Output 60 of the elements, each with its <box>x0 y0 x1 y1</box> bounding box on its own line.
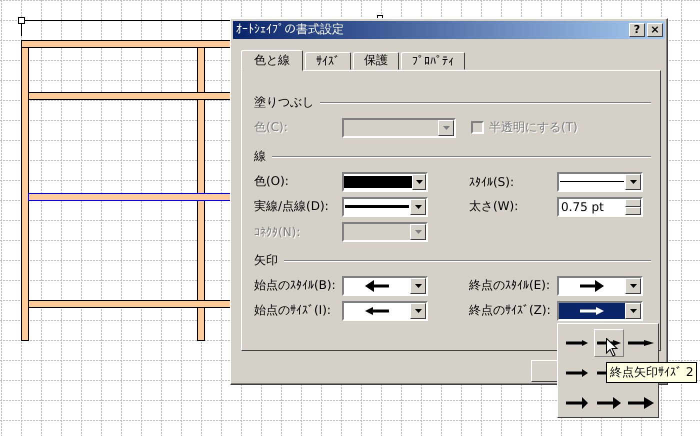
help-button[interactable]: ? <box>629 22 645 37</box>
field-label: 実線/点線(D): <box>254 198 330 216</box>
section-heading: 線 <box>254 148 266 166</box>
right-arrow-icon <box>579 278 605 293</box>
field-label: 始点のｻｲｽﾞ(I): <box>254 302 332 320</box>
field-label: 色(O): <box>254 173 290 190</box>
caret-icon <box>630 180 636 184</box>
dropdown[interactable] <box>342 196 428 217</box>
checkbox-label: 半透明にする(T) <box>489 119 578 136</box>
dropdown-button[interactable] <box>410 278 426 294</box>
field-label: 色(C): <box>254 119 289 136</box>
dropdown[interactable] <box>557 172 643 192</box>
close-button[interactable]: × <box>647 22 663 37</box>
dropdown[interactable] <box>342 300 428 321</box>
caret-icon <box>414 308 422 313</box>
dropdown-button[interactable] <box>625 302 641 319</box>
spin-field[interactable]: 0.75 pt <box>557 196 643 217</box>
right-arrow-icon <box>565 368 589 378</box>
field-label: 終点のｻｲｽﾞ(Z): <box>469 302 552 320</box>
field-label: ｺﾈｸﾀ(N): <box>254 224 302 239</box>
tooltip: 終点矢印ｻｲｽﾞ 2 <box>606 362 698 383</box>
cursor-icon <box>606 338 618 357</box>
caret-icon <box>416 180 422 184</box>
dropdown-button[interactable] <box>410 302 426 319</box>
caret-icon <box>414 284 422 288</box>
dropdown-button[interactable] <box>625 278 641 294</box>
caret-icon <box>630 284 636 288</box>
line-sample-icon <box>560 180 624 184</box>
field-label: ｽﾀｲﾙ(S): <box>469 174 516 189</box>
right-arrow-icon <box>565 339 589 347</box>
line-sample-icon <box>345 205 409 208</box>
field-label: 始点のｽﾀｲﾙ(B): <box>254 277 337 294</box>
section-heading: 塗りつぶし <box>254 94 314 112</box>
color-swatch <box>344 176 412 188</box>
caret-icon <box>414 204 422 209</box>
right-arrow-icon <box>579 306 605 316</box>
caret-icon <box>414 230 422 234</box>
section-heading: 矢印 <box>254 252 278 270</box>
right-arrow-icon <box>627 339 655 347</box>
caret-icon <box>442 126 450 130</box>
right-arrow-icon <box>627 396 655 410</box>
dropdown[interactable] <box>557 276 643 296</box>
tab[interactable]: 色と線 <box>241 50 303 71</box>
left-arrow-icon <box>364 306 390 316</box>
dropdown[interactable] <box>342 172 428 192</box>
tab[interactable]: 保護 <box>353 52 399 70</box>
dropdown-button[interactable] <box>625 174 641 190</box>
window-title: ｵｰﾄｼｪｲﾌﾟの書式設定 <box>236 21 345 38</box>
caret-icon <box>630 308 636 313</box>
left-arrow-icon <box>364 278 390 293</box>
dropdown-button[interactable] <box>412 174 426 190</box>
dropdown[interactable] <box>557 300 643 321</box>
dropdown[interactable] <box>342 276 428 296</box>
dropdown-button[interactable] <box>410 198 426 215</box>
right-arrow-icon <box>596 396 622 410</box>
field-label: 終点のｽﾀｲﾙ(E): <box>469 277 551 294</box>
right-arrow-icon <box>565 396 589 410</box>
field-label: 太さ(W): <box>469 198 520 216</box>
tab[interactable]: ｻｲｽﾞ <box>305 52 351 70</box>
tab[interactable]: ﾌﾟﾛﾊﾟﾃｨ <box>401 52 465 70</box>
